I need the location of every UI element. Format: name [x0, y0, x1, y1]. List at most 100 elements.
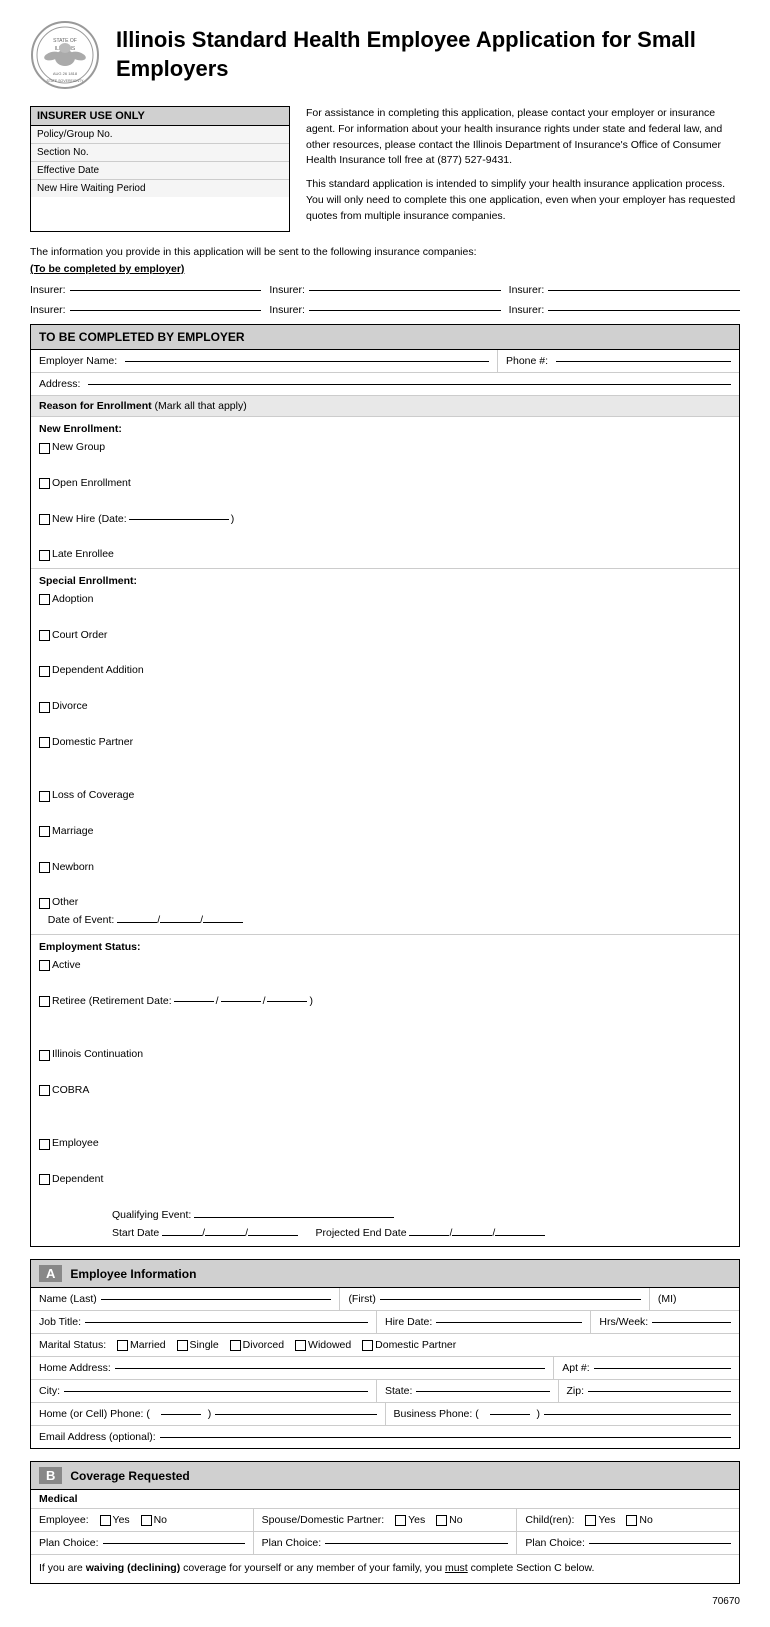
- newborn-checkbox[interactable]: Newborn: [39, 859, 731, 877]
- home-address-line: [115, 1368, 545, 1369]
- employee-no-checkbox[interactable]: No: [141, 1514, 167, 1526]
- insurer-section-row: Section No.: [31, 144, 289, 162]
- home-phone-line: [215, 1414, 376, 1415]
- svg-text:AUG 26 1818: AUG 26 1818: [53, 71, 78, 76]
- employer-name-label: Employer Name:: [39, 355, 117, 367]
- zip-label: Zip:: [567, 1385, 585, 1397]
- dependent-addition-checkbox[interactable]: Dependent Addition: [39, 662, 731, 680]
- plan-choice-children-line: [589, 1543, 731, 1544]
- insurer-field-3: Insurer:: [509, 282, 740, 299]
- domestic-partner-marital-checkbox[interactable]: Domestic Partner: [362, 1339, 456, 1351]
- hire-date-label: Hire Date:: [385, 1316, 432, 1328]
- section-b-header: B Coverage Requested: [31, 1462, 739, 1490]
- section-a-badge: A: [39, 1265, 62, 1282]
- married-checkbox[interactable]: Married: [117, 1339, 166, 1351]
- loss-coverage-checkbox[interactable]: Loss of Coverage: [39, 787, 731, 805]
- address-line: [88, 384, 731, 385]
- spouse-coverage-cell: Spouse/Domestic Partner: Yes No: [254, 1509, 518, 1531]
- section-a-header: A Employee Information: [31, 1260, 739, 1288]
- name-last-cell: Name (Last): [31, 1288, 340, 1310]
- marital-row: Marital Status: Married Single Divorced …: [31, 1334, 739, 1357]
- employer-name-phone-row: Employer Name: Phone #:: [31, 350, 739, 373]
- retiree-checkbox[interactable]: Retiree (Retirement Date: // ): [39, 993, 731, 1011]
- open-enrollment-checkbox[interactable]: Open Enrollment: [39, 475, 731, 493]
- info-paragraph-2: This standard application is intended to…: [306, 177, 740, 224]
- zip-line: [588, 1391, 731, 1392]
- hrs-week-line: [652, 1322, 731, 1323]
- page-title: Illinois Standard Health Employee Applic…: [116, 26, 740, 83]
- divorced-checkbox[interactable]: Divorced: [230, 1339, 284, 1351]
- employer-name-line: [125, 361, 489, 362]
- single-checkbox[interactable]: Single: [177, 1339, 219, 1351]
- insurer-policy-row: Policy/Group No.: [31, 126, 289, 144]
- name-last-label: Name (Last): [39, 1293, 97, 1305]
- spouse-coverage-label: Spouse/Domestic Partner:: [262, 1514, 385, 1526]
- section-a: A Employee Information Name (Last) (Firs…: [30, 1259, 740, 1449]
- marital-status-cell: Marital Status: Married Single Divorced …: [31, 1334, 739, 1356]
- plan-choice-emp-line: [103, 1543, 245, 1544]
- insurer-label-6: Insurer:: [509, 302, 545, 319]
- home-phone-label: Home (or Cell) Phone: (: [39, 1408, 150, 1420]
- state-line: [416, 1391, 549, 1392]
- business-phone-line: [544, 1414, 731, 1415]
- late-enrollee-checkbox[interactable]: Late Enrollee: [39, 546, 731, 564]
- name-first-cell: (First): [340, 1288, 649, 1310]
- widowed-checkbox[interactable]: Widowed: [295, 1339, 351, 1351]
- dependent-checkbox[interactable]: Dependent: [39, 1171, 731, 1189]
- start-date-label: Start Date //: [112, 1227, 298, 1239]
- spouse-yes-checkbox[interactable]: Yes: [395, 1514, 425, 1526]
- divorce-checkbox[interactable]: Divorce: [39, 698, 731, 716]
- employee-yes-checkbox[interactable]: Yes: [100, 1514, 130, 1526]
- new-hire-checkbox[interactable]: New Hire (Date: ): [39, 511, 731, 529]
- plan-choice-spouse-line: [325, 1543, 508, 1544]
- insurer-line-1: [70, 290, 262, 291]
- insurer-line-6: [548, 310, 740, 311]
- insurer-field-5: Insurer:: [269, 302, 500, 319]
- other-checkbox[interactable]: Other: [39, 894, 731, 912]
- section-b: B Coverage Requested Medical Employee: Y…: [30, 1461, 740, 1584]
- phone-cell: Phone #:: [498, 350, 739, 372]
- adoption-checkbox[interactable]: Adoption: [39, 591, 731, 609]
- employer-name-cell: Employer Name:: [31, 350, 498, 372]
- waiving-note: If you are waiving (declining) coverage …: [31, 1555, 739, 1583]
- name-first-line: [380, 1299, 641, 1300]
- plan-choice-children-label: Plan Choice:: [525, 1537, 585, 1549]
- coverage-options-row: Employee: Yes No Spouse/Domestic Partner…: [31, 1509, 739, 1532]
- name-first-label: (First): [348, 1293, 375, 1305]
- zip-cell: Zip:: [559, 1380, 740, 1402]
- children-coverage-label: Child(ren):: [525, 1514, 574, 1526]
- domestic-partner-checkbox[interactable]: Domestic Partner: [39, 734, 731, 752]
- name-row: Name (Last) (First) (MI): [31, 1288, 739, 1311]
- insurer-label-2: Insurer:: [269, 282, 305, 299]
- court-order-checkbox[interactable]: Court Order: [39, 627, 731, 645]
- spouse-no-checkbox[interactable]: No: [436, 1514, 462, 1526]
- new-group-checkbox[interactable]: New Group: [39, 439, 731, 457]
- address-cell: Address:: [31, 373, 739, 395]
- plan-choice-emp-label: Plan Choice:: [39, 1537, 99, 1549]
- employment-status-row: Employment Status: Active Retiree (Retir…: [31, 935, 739, 1246]
- name-mi-label: (MI): [658, 1293, 677, 1305]
- children-yes-checkbox[interactable]: Yes: [585, 1514, 615, 1526]
- insurer-line-4: [70, 310, 262, 311]
- svg-text:STATE SOVEREIGNTY: STATE SOVEREIGNTY: [46, 79, 84, 83]
- employer-section: TO BE COMPLETED BY EMPLOYER Employer Nam…: [30, 324, 740, 1247]
- business-phone-cell: Business Phone: ( ): [386, 1403, 740, 1425]
- employee-checkbox[interactable]: Employee: [39, 1135, 731, 1153]
- employee-coverage-cell: Employee: Yes No: [31, 1509, 254, 1531]
- state-label: State:: [385, 1385, 412, 1397]
- page-number: 70670: [30, 1596, 740, 1607]
- phone-row: Home (or Cell) Phone: ( ) Business Phone…: [31, 1403, 739, 1426]
- employee-coverage-label: Employee:: [39, 1514, 89, 1526]
- marriage-checkbox[interactable]: Marriage: [39, 823, 731, 841]
- apt-cell: Apt #:: [554, 1357, 739, 1379]
- home-address-label: Home Address:: [39, 1362, 111, 1374]
- active-checkbox[interactable]: Active: [39, 957, 731, 975]
- children-no-checkbox[interactable]: No: [626, 1514, 652, 1526]
- cobra-checkbox[interactable]: COBRA: [39, 1082, 731, 1100]
- home-address-row: Home Address: Apt #:: [31, 1357, 739, 1380]
- info-paragraph-1: For assistance in completing this applic…: [306, 106, 740, 169]
- city-label: City:: [39, 1385, 60, 1397]
- plan-choice-emp-cell: Plan Choice:: [31, 1532, 254, 1554]
- illinois-continuation-checkbox[interactable]: Illinois Continuation: [39, 1046, 731, 1064]
- marital-status-label: Marital Status:: [39, 1339, 106, 1351]
